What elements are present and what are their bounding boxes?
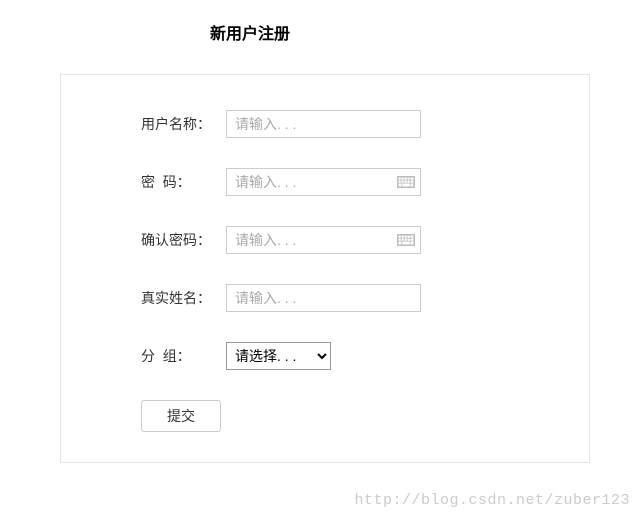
label-username: 用户名称： bbox=[141, 114, 226, 134]
password-field[interactable] bbox=[226, 168, 421, 196]
confirm-password-field[interactable] bbox=[226, 226, 421, 254]
input-wrap-confirm bbox=[226, 226, 421, 254]
input-wrap-realname bbox=[226, 284, 421, 312]
label-realname: 真实姓名： bbox=[141, 288, 226, 308]
row-confirm: 确认密码： bbox=[141, 226, 549, 254]
row-username: 用户名称： bbox=[141, 110, 549, 138]
input-wrap-username bbox=[226, 110, 421, 138]
row-submit: 提交 bbox=[141, 400, 549, 432]
input-wrap-password bbox=[226, 168, 421, 196]
page-title: 新用户注册 bbox=[0, 0, 642, 54]
realname-field[interactable] bbox=[226, 284, 421, 312]
label-confirm: 确认密码： bbox=[141, 230, 226, 250]
keyboard-icon bbox=[397, 176, 415, 188]
submit-button[interactable]: 提交 bbox=[141, 400, 221, 432]
watermark-text: http://blog.csdn.net/zuber123 bbox=[354, 492, 630, 509]
row-password: 密 码： bbox=[141, 168, 549, 196]
row-group: 分 组： 请选择. . . bbox=[141, 342, 549, 370]
register-form: 用户名称： 密 码： 确认密码： bbox=[60, 74, 590, 463]
label-group: 分 组： bbox=[141, 346, 226, 366]
row-realname: 真实姓名： bbox=[141, 284, 549, 312]
username-field[interactable] bbox=[226, 110, 421, 138]
keyboard-icon bbox=[397, 234, 415, 246]
label-password: 密 码： bbox=[141, 172, 226, 192]
group-select[interactable]: 请选择. . . bbox=[226, 342, 331, 370]
